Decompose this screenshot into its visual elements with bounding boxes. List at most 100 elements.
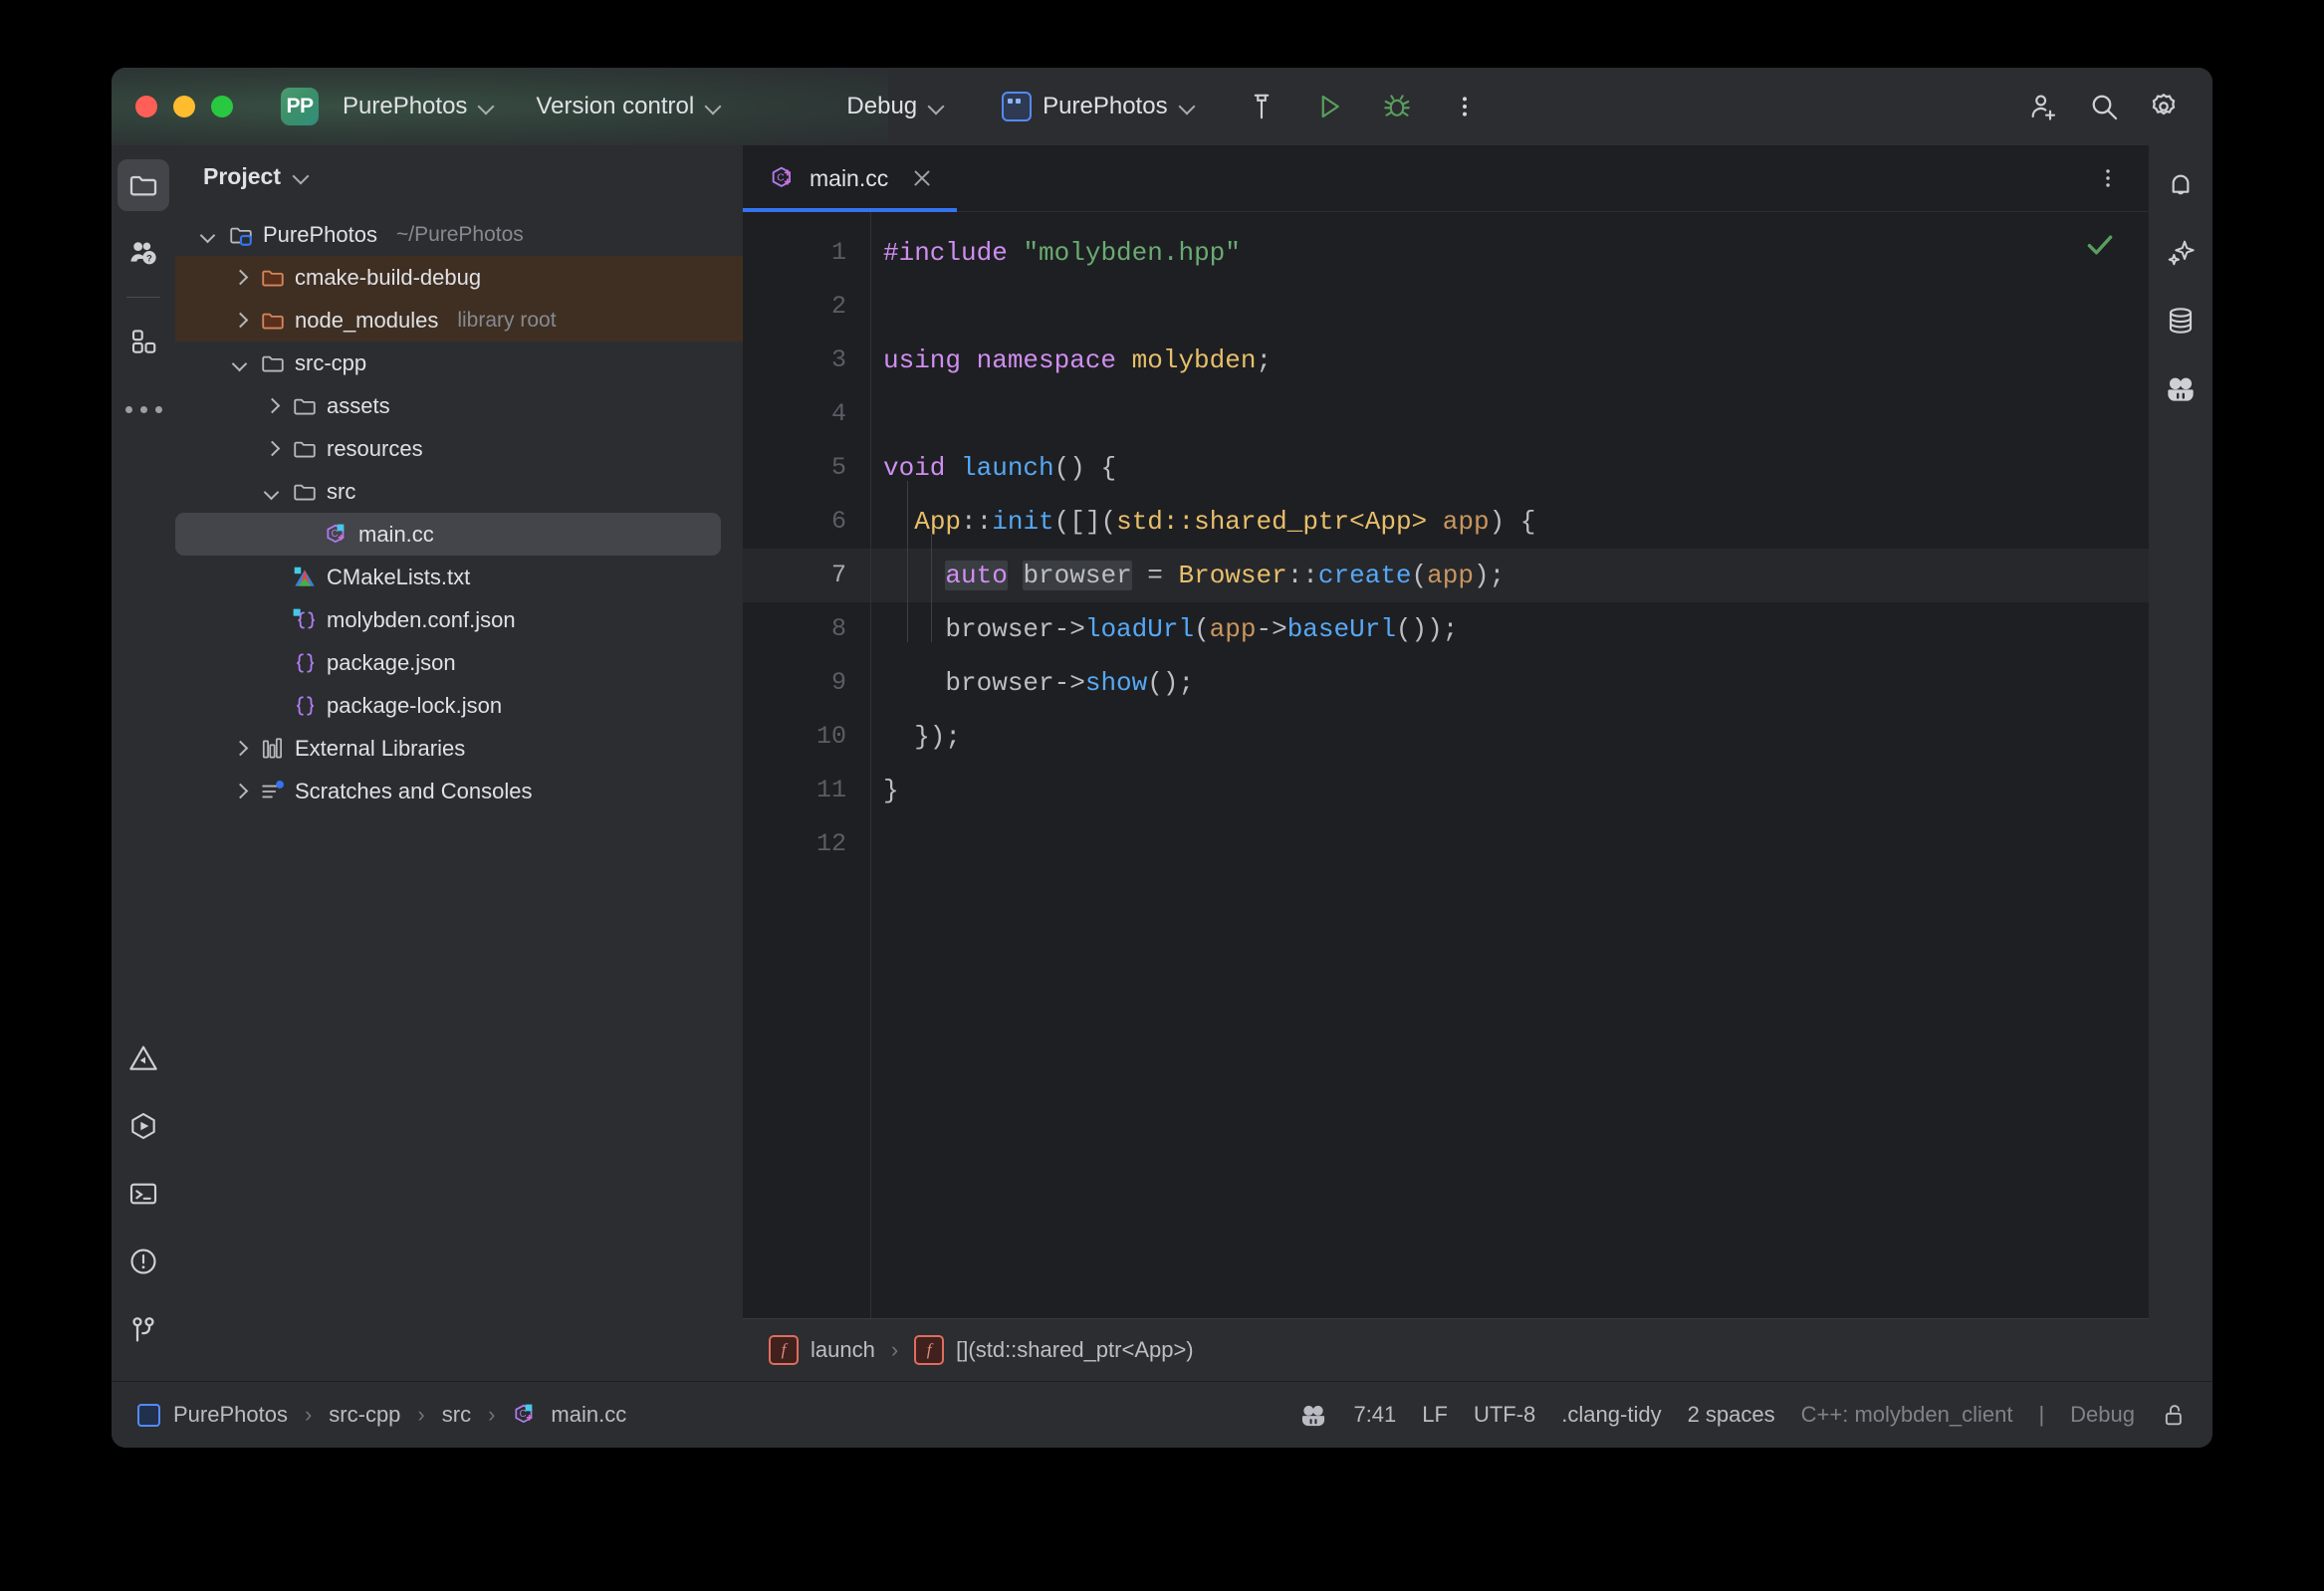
toolchain-label[interactable]: C++: molybden_client bbox=[1801, 1402, 2013, 1428]
add-account-button[interactable] bbox=[2021, 84, 2067, 129]
path-segment[interactable]: main.cc bbox=[551, 1402, 626, 1428]
line-number[interactable]: 2 bbox=[743, 280, 870, 334]
path-segment[interactable]: src bbox=[442, 1402, 471, 1428]
code-line[interactable] bbox=[871, 280, 2149, 334]
code-editor[interactable]: 1 2 3 4 5 6 7 8 9 10 11 12 #include "molybden.hpp" … bbox=[743, 212, 2149, 1318]
breadcrumb-item[interactable]: launch bbox=[811, 1337, 875, 1363]
tree-row[interactable]: External Libraries bbox=[175, 727, 743, 770]
line-number[interactable]: 7 bbox=[743, 549, 870, 602]
file-encoding[interactable]: UTF-8 bbox=[1474, 1402, 1535, 1428]
chevron-right-icon[interactable] bbox=[229, 267, 251, 289]
breadcrumb[interactable]: f launch › f [](std::shared_ptr<App>) bbox=[743, 1318, 2149, 1381]
more-actions-button[interactable] bbox=[1442, 84, 1488, 129]
close-window-button[interactable] bbox=[135, 96, 157, 117]
editor-options-button[interactable] bbox=[2085, 155, 2131, 201]
line-number[interactable]: 8 bbox=[743, 602, 870, 656]
build-button[interactable] bbox=[1239, 84, 1284, 129]
code-line[interactable]: } bbox=[871, 764, 2149, 817]
sidebar-item-more[interactable] bbox=[117, 383, 169, 435]
sidebar-item-notifications[interactable] bbox=[2155, 159, 2207, 211]
maximize-window-button[interactable] bbox=[211, 96, 233, 117]
code-line[interactable]: using namespace molybden; bbox=[871, 334, 2149, 387]
sidebar-item-version-control[interactable] bbox=[117, 1303, 169, 1355]
project-tree[interactable]: PurePhotos ~/PurePhotos cmake-build-debug n… bbox=[175, 207, 743, 1381]
debug-button[interactable] bbox=[1374, 84, 1420, 129]
tree-row[interactable]: resources bbox=[175, 427, 743, 470]
tab-main-cc[interactable]: C main.cc bbox=[743, 145, 958, 212]
tree-row[interactable]: cmake-build-debug bbox=[175, 256, 743, 299]
tree-row[interactable]: src-cpp bbox=[175, 341, 743, 384]
chevron-right-icon[interactable] bbox=[261, 395, 283, 417]
tree-row[interactable]: PurePhotos ~/PurePhotos bbox=[175, 213, 743, 256]
tree-row[interactable]: src bbox=[175, 470, 743, 513]
path-segment[interactable]: PurePhotos bbox=[173, 1402, 288, 1428]
chevron-right-icon[interactable] bbox=[261, 438, 283, 460]
tree-row[interactable]: assets bbox=[175, 384, 743, 427]
tree-row[interactable]: Scratches and Consoles bbox=[175, 770, 743, 812]
tree-row[interactable]: CMakeLists.txt bbox=[175, 556, 743, 598]
line-number[interactable]: 6 bbox=[743, 495, 870, 549]
inspection-status-icon[interactable] bbox=[2083, 228, 2117, 262]
tree-row[interactable]: package.json bbox=[175, 641, 743, 684]
version-control-menu[interactable]: Version control bbox=[526, 87, 731, 126]
project-menu[interactable]: PurePhotos bbox=[333, 87, 504, 126]
close-icon[interactable] bbox=[909, 165, 935, 191]
line-number[interactable]: 11 bbox=[743, 764, 870, 817]
project-panel-header[interactable]: Project bbox=[175, 145, 743, 207]
code-line[interactable]: #include "molybden.hpp" bbox=[871, 226, 2149, 280]
sidebar-item-junie[interactable] bbox=[2155, 362, 2207, 414]
line-number[interactable]: 3 bbox=[743, 334, 870, 387]
line-number[interactable]: 9 bbox=[743, 656, 870, 710]
tree-row[interactable]: node_modules library root bbox=[175, 299, 743, 341]
run-configuration-selector[interactable]: PurePhotos bbox=[992, 86, 1204, 127]
code-line[interactable] bbox=[871, 817, 2149, 871]
caret-position[interactable]: 7:41 bbox=[1353, 1402, 1396, 1428]
code-line[interactable]: auto browser = Browser::create(app); bbox=[871, 549, 2149, 602]
sidebar-item-plugins[interactable] bbox=[117, 316, 169, 367]
tree-row[interactable]: molybden.conf.json bbox=[175, 598, 743, 641]
sidebar-item-database[interactable] bbox=[2155, 295, 2207, 346]
sidebar-item-learn[interactable]: ? bbox=[117, 227, 169, 279]
sidebar-item-alerts[interactable] bbox=[117, 1236, 169, 1287]
line-number[interactable]: 10 bbox=[743, 710, 870, 764]
tree-row[interactable]: package-lock.json bbox=[175, 684, 743, 727]
line-number[interactable]: 5 bbox=[743, 441, 870, 495]
code-line[interactable]: App::init([](std::shared_ptr<App> app) { bbox=[871, 495, 2149, 549]
minimize-window-button[interactable] bbox=[173, 96, 195, 117]
tree-row[interactable]: Cmain.cc bbox=[175, 513, 721, 556]
read-only-toggle[interactable] bbox=[2161, 1401, 2189, 1429]
code-line[interactable]: }); bbox=[871, 710, 2149, 764]
run-button[interactable] bbox=[1306, 84, 1352, 129]
sidebar-item-ai-assistant[interactable] bbox=[2155, 227, 2207, 279]
line-number[interactable]: 1 bbox=[743, 226, 870, 280]
chevron-right-icon[interactable] bbox=[229, 738, 251, 760]
line-number[interactable]: 4 bbox=[743, 387, 870, 441]
breadcrumb-item[interactable]: [](std::shared_ptr<App>) bbox=[956, 1337, 1193, 1363]
code-line[interactable]: browser->show(); bbox=[871, 656, 2149, 710]
chevron-down-icon[interactable] bbox=[197, 224, 219, 246]
chevron-right-icon[interactable] bbox=[229, 310, 251, 332]
indent-setting[interactable]: 2 spaces bbox=[1688, 1402, 1775, 1428]
code-line[interactable] bbox=[871, 387, 2149, 441]
line-number[interactable]: 12 bbox=[743, 817, 870, 871]
chevron-right-icon[interactable] bbox=[229, 781, 251, 802]
run-mode-selector[interactable]: Debug bbox=[836, 87, 954, 126]
window-controls[interactable] bbox=[135, 96, 233, 117]
search-everywhere-button[interactable] bbox=[2081, 84, 2127, 129]
sidebar-item-project[interactable] bbox=[117, 159, 169, 211]
build-type-label[interactable]: Debug bbox=[2070, 1402, 2135, 1428]
settings-button[interactable] bbox=[2141, 84, 2187, 129]
junie-status-icon[interactable] bbox=[1299, 1401, 1327, 1429]
status-bar-path[interactable]: PurePhotos › src-cpp › src › Cmain.cc bbox=[137, 1402, 626, 1428]
code-line[interactable]: browser->loadUrl(app->baseUrl()); bbox=[871, 602, 2149, 656]
sidebar-item-terminal[interactable] bbox=[117, 1168, 169, 1220]
line-number-gutter[interactable]: 1 2 3 4 5 6 7 8 9 10 11 12 bbox=[743, 212, 871, 1318]
path-segment[interactable]: src-cpp bbox=[329, 1402, 400, 1428]
chevron-down-icon[interactable] bbox=[229, 352, 251, 374]
code-content[interactable]: #include "molybden.hpp" using namespace … bbox=[871, 212, 2149, 1318]
chevron-down-icon[interactable] bbox=[261, 481, 283, 503]
sidebar-item-run[interactable] bbox=[117, 1100, 169, 1152]
sidebar-item-problems[interactable] bbox=[117, 1032, 169, 1084]
inspection-profile[interactable]: .clang-tidy bbox=[1561, 1402, 1661, 1428]
code-line[interactable]: void launch() { bbox=[871, 441, 2149, 495]
